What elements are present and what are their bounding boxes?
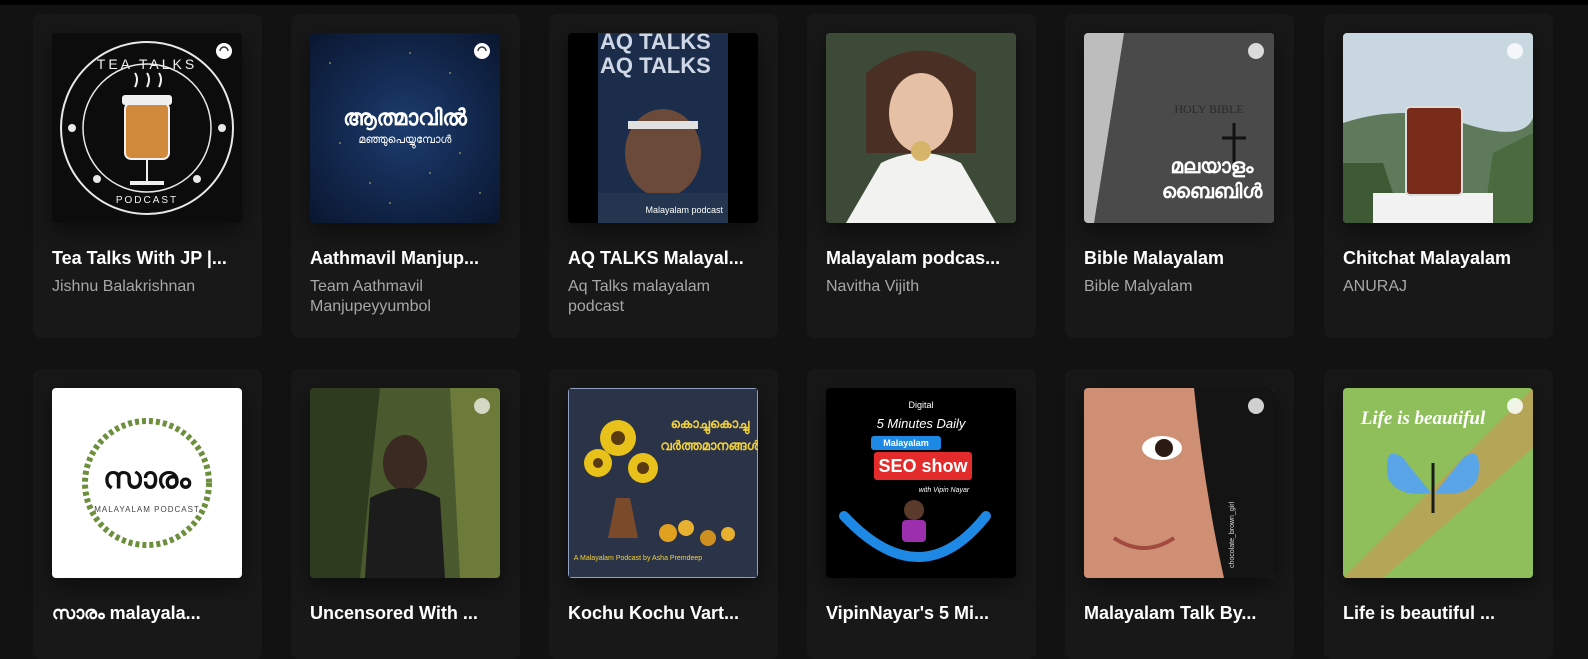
podcast-author: Bible Malyalam <box>1084 278 1193 295</box>
cover-text: Life is beautiful <box>1360 408 1486 429</box>
podcast-title[interactable]: Chitchat Malayalam <box>1343 247 1538 269</box>
podcast-title[interactable]: Kochu Kochu Vart... <box>568 602 763 624</box>
podcast-title[interactable]: Bible Malayalam <box>1084 247 1279 269</box>
podcast-cover: സാരം MALAYALAM PODCAST <box>52 388 242 578</box>
cover-text: TEA TALKS <box>97 56 197 72</box>
podcast-card[interactable]: HOLY BIBLE മലയാളം ബൈബിൾ Bible Malayalam … <box>1065 14 1294 338</box>
podcast-cover: AQ TALKS AQ TALKS Malayalam podcast <box>568 33 758 223</box>
podcast-cover: TEA TALKS PODCAST <box>52 33 242 223</box>
cover-text: മലയാളം <box>1171 154 1255 178</box>
cover-subtext: PODCAST <box>116 195 178 206</box>
podcast-card[interactable]: Chitchat Malayalam ANURAJ <box>1324 14 1553 338</box>
podcast-card[interactable]: Life is beautiful Life is beautiful ... <box>1324 369 1553 659</box>
anchor-icon <box>1248 398 1264 414</box>
podcast-cover: ആത്മാവിൽ മഞ്ഞുപെയ്യുമ്പോൾ <box>310 33 500 223</box>
cover-footer: chocolate_brown_girl <box>1229 501 1236 568</box>
anchor-icon <box>1507 43 1523 59</box>
podcast-author: Navitha Vijith <box>826 278 920 295</box>
podcast-cover <box>1343 33 1533 223</box>
cover-subtext: Malayalam podcast <box>645 205 723 215</box>
podcast-card[interactable]: സാരം MALAYALAM PODCAST സാരം malayala... <box>33 369 262 659</box>
podcast-cover: Digital 5 Minutes Daily Malayalam SEO sh… <box>826 388 1016 578</box>
cover-text: സാരം <box>103 461 192 496</box>
podcast-author: Jishnu Balakrishnan <box>52 278 196 295</box>
cover-text-repeat: AQ TALKS <box>600 53 711 78</box>
podcast-cover: chocolate_brown_girl <box>1084 388 1274 578</box>
cover-subtext: SEO show <box>878 456 968 476</box>
podcast-title[interactable]: Aathmavil Manjup... <box>310 247 505 269</box>
podcast-author: Aq Talks malayalam podcast <box>568 278 710 315</box>
cover-brand: Digital <box>908 400 933 410</box>
podcast-card[interactable]: Malayalam podcas... Navitha Vijith <box>807 14 1036 338</box>
anchor-icon <box>474 43 490 59</box>
podcast-card[interactable]: ആത്മാവിൽ മഞ്ഞുപെയ്യുമ്പോൾ Aathmavil Manj… <box>291 14 520 338</box>
cover-book-text: HOLY BIBLE <box>1174 102 1243 116</box>
podcast-title[interactable]: Tea Talks With JP |... <box>52 247 247 269</box>
podcast-cover <box>310 388 500 578</box>
podcast-cover <box>826 33 1016 223</box>
podcast-card[interactable]: AQ TALKS AQ TALKS Malayalam podcast AQ T… <box>549 14 778 338</box>
podcast-grid: TEA TALKS PODCAST Tea Talks With JP |...… <box>0 0 1588 659</box>
podcast-title[interactable]: Malayalam Talk By... <box>1084 602 1279 624</box>
podcast-card[interactable]: Uncensored With ... <box>291 369 520 659</box>
anchor-icon <box>216 43 232 59</box>
cover-footer: with Vipin Nayar <box>919 487 970 494</box>
podcast-card[interactable]: Digital 5 Minutes Daily Malayalam SEO sh… <box>807 369 1036 659</box>
cover-text: AQ TALKS <box>600 33 711 54</box>
podcast-title[interactable]: VipinNayar's 5 Mi... <box>826 602 1021 624</box>
podcast-cover: Life is beautiful <box>1343 388 1533 578</box>
cover-text: ആത്മാവിൽ <box>343 106 467 131</box>
cover-subtext: MALAYALAM PODCAST <box>94 505 200 514</box>
anchor-icon <box>1248 43 1264 59</box>
podcast-cover: HOLY BIBLE മലയാളം ബൈബിൾ <box>1084 33 1274 223</box>
podcast-author: ANURAJ <box>1343 278 1408 295</box>
podcast-card[interactable]: കൊച്ചുകൊച്ചു വർത്തമാനങ്ങൾ A Malayalam Po… <box>549 369 778 659</box>
podcast-card[interactable]: TEA TALKS PODCAST Tea Talks With JP |...… <box>33 14 262 338</box>
anchor-icon <box>1507 398 1523 414</box>
podcast-title[interactable]: Malayalam podcas... <box>826 247 1021 269</box>
cover-subtext: മഞ്ഞുപെയ്യുമ്പോൾ <box>359 133 453 148</box>
podcast-author: Team Aathmavil Manjupeyyumbol <box>310 278 431 315</box>
podcast-title[interactable]: AQ TALKS Malayal... <box>568 247 763 269</box>
cover-text: 5 Minutes Daily <box>877 416 967 431</box>
podcast-title[interactable]: സാരം malayala... <box>52 602 247 624</box>
cover-footer: A Malayalam Podcast by Asha Premdeep <box>574 555 703 562</box>
podcast-title[interactable]: Life is beautiful ... <box>1343 602 1538 624</box>
podcast-title[interactable]: Uncensored With ... <box>310 602 505 624</box>
cover-subtext: ബൈബിൾ <box>1162 179 1264 203</box>
podcast-cover: കൊച്ചുകൊച്ചു വർത്തമാനങ്ങൾ A Malayalam Po… <box>568 388 758 578</box>
anchor-icon <box>474 398 490 414</box>
podcast-card[interactable]: chocolate_brown_girl Malayalam Talk By..… <box>1065 369 1294 659</box>
cover-tag: Malayalam <box>883 438 929 448</box>
cover-subtext: വർത്തമാനങ്ങൾ <box>660 439 758 454</box>
